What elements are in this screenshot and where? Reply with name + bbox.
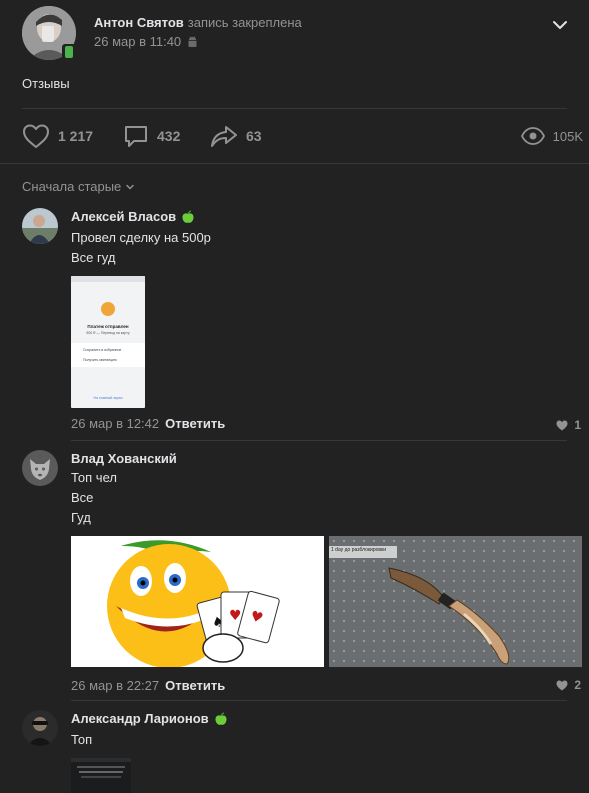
comment-avatar[interactable] [22,208,58,244]
payment-amount: 500 ₽ — Перевод на карту [86,331,130,335]
comment-screenshot[interactable] [71,758,131,793]
comment-author[interactable]: Влад Хованский [71,450,589,467]
svg-text:♥: ♥ [229,608,242,624]
comment-date[interactable]: 26 мар в 12:42 [71,416,159,431]
like-count: 1 217 [58,128,94,144]
thumbs-up-icon [101,302,115,316]
divider [0,163,589,164]
online-mobile-badge [62,44,76,60]
comment-icon [125,126,147,147]
reply-button[interactable]: Ответить [165,416,225,431]
comment: Александр Ларионов Топ [22,710,589,793]
comment-avatar[interactable] [22,450,58,486]
comment-text-line: Все [71,490,94,505]
knife-image[interactable]: 1 day до разблокировки [329,536,582,667]
comment-count: 432 [157,128,181,144]
apple-icon [215,711,227,725]
post-text: Отзывы [22,76,70,91]
comment-text-line: Гуд [71,510,91,525]
knife-picture [329,536,582,667]
sort-dropdown[interactable]: Сначала старые [22,179,135,194]
share-icon [211,126,237,147]
post-header: Антон Святов запись закреплена 26 мар в 1… [22,6,567,62]
heart-icon [23,124,49,148]
home-link: На главный экран [93,396,123,400]
comment-body: Александр Ларионов Топ [71,710,589,793]
comment-avatar[interactable] [22,710,58,746]
share-button[interactable]: 63 [210,120,262,152]
comment-text-line: Топ чел [71,470,117,485]
chevron-down-icon [126,184,134,189]
post-date-text[interactable]: 26 мар в 11:40 [94,34,181,49]
comment-body: Алексей Власов Провел сделку на 500р Все… [71,208,589,431]
comment-like-button[interactable]: 1 [556,418,581,432]
heart-icon [556,680,568,690]
post-actions: 1 217 432 63 105K [22,120,589,152]
orange-smiley-picture: ♠ ♥ ♥ [107,540,280,667]
comment-like-count: 1 [574,418,581,432]
post-date[interactable]: 26 мар в 11:40 [94,34,198,49]
apple-icon [182,209,194,223]
pinned-note: запись закреплена [187,15,302,30]
comment-like-count: 2 [574,678,581,692]
comment-meta: 26 мар в 22:27 Ответить [71,678,225,693]
share-count: 63 [246,128,262,144]
divider [71,440,567,441]
comment-meta: 26 мар в 12:42 Ответить [71,416,225,431]
chevron-down-icon[interactable] [551,16,569,34]
comment-author[interactable]: Александр Ларионов [71,710,589,727]
post-author-name[interactable]: Антон Святов [94,15,184,30]
sort-label[interactable]: Сначала старые [22,179,121,194]
comment-author-name[interactable]: Александр Ларионов [71,711,209,726]
save-favorite-item: Сохранить в избранное [83,348,122,352]
divider [22,108,567,109]
heart-icon [556,420,568,430]
avatar-placeholder [22,450,58,486]
avatar-photo [22,208,58,244]
comment-text-line: Провел сделку на 500р [71,230,211,245]
comment-text-line: Все гуд [71,250,116,265]
comment-button[interactable]: 432 [123,120,180,152]
eye-icon [520,127,545,145]
payment-screenshot[interactable]: Платеж отправлен 500 ₽ — Перевод на карт… [71,276,145,408]
comment: Влад Хованский Топ чел Все Гуд ♠ ♥ ♥ 1 d… [22,450,589,698]
reply-button[interactable]: Ответить [165,678,225,693]
smiley-cards-image[interactable]: ♠ ♥ ♥ [71,536,324,667]
payment-status: Платеж отправлен [87,324,129,329]
image-caption: 1 day до разблокировки [331,547,387,553]
receipt-item: Получить квитанцию [83,358,117,362]
comment-date[interactable]: 26 мар в 22:27 [71,678,159,693]
comment: Алексей Власов Провел сделку на 500р Все… [22,208,589,438]
comment-text-line: Топ [71,732,93,747]
post-author[interactable]: Антон Святов запись закреплена [94,15,302,30]
views-counter: 105K [520,120,583,152]
like-button[interactable]: 1 217 [22,120,93,152]
avatar-photo [22,710,58,746]
comment-author-name[interactable]: Влад Хованский [71,451,177,466]
comment-author-name[interactable]: Алексей Власов [71,209,176,224]
android-icon [188,35,197,47]
comment-body: Влад Хованский Топ чел Все Гуд ♠ ♥ ♥ 1 d… [71,450,589,693]
comment-like-button[interactable]: 2 [556,678,581,692]
divider [71,700,567,701]
views-count: 105K [552,128,583,144]
comment-author[interactable]: Алексей Власов [71,208,589,225]
